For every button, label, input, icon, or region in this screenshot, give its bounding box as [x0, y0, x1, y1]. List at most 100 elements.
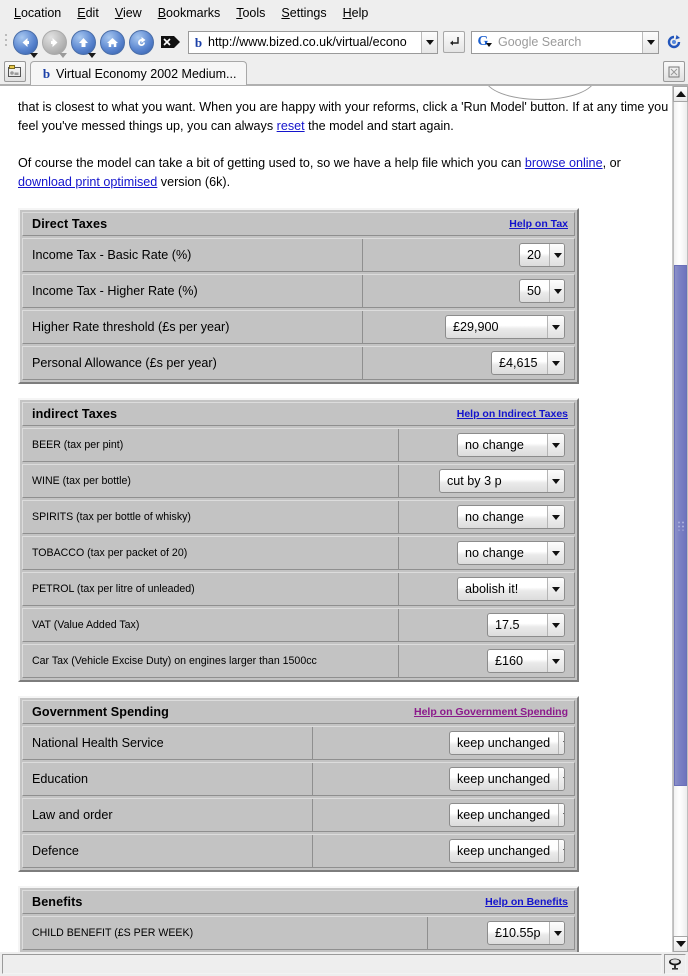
toolbar-grip[interactable] — [4, 31, 10, 53]
row-control-cell: keep unchanged — [313, 799, 574, 831]
scroll-down-button[interactable] — [673, 936, 688, 952]
scroll-up-button[interactable] — [673, 86, 688, 102]
select-dropdown-button[interactable] — [547, 578, 564, 600]
bized-b-icon: b — [194, 34, 203, 50]
up-button[interactable] — [69, 28, 98, 58]
select-dropdown-button[interactable] — [547, 316, 564, 338]
section-help-link[interactable]: Help on Government Spending — [414, 706, 568, 718]
select-education[interactable]: keep unchanged — [449, 767, 565, 791]
search-bar[interactable]: G Google Search — [471, 30, 659, 54]
select-tobacco-tax-per-packet-of-20[interactable]: no change — [457, 541, 565, 565]
url-dropdown-button[interactable] — [421, 31, 437, 53]
select-dropdown-button[interactable] — [547, 470, 564, 492]
row-control-cell: abolish it! — [399, 573, 574, 605]
tab-label: Virtual Economy 2002 Medium... — [56, 66, 237, 81]
select-personal-allowance-s-per-year[interactable]: £4,615 — [491, 351, 565, 375]
row-control-cell: £160 — [399, 645, 574, 677]
select-income-tax-higher-rate[interactable]: 50 — [519, 279, 565, 303]
page-security-button[interactable] — [664, 954, 686, 974]
row-label-cell: Income Tax - Higher Rate (%) — [23, 275, 363, 307]
row-label-cell: CHILD BENEFIT (£S PER WEEK) — [23, 917, 428, 949]
select-car-tax-vehicle-excise-duty-on-engines-l[interactable]: £160 — [487, 649, 565, 673]
section-help-link[interactable]: Help on Benefits — [485, 896, 568, 908]
select-dropdown-button[interactable] — [547, 434, 564, 456]
refresh-button[interactable] — [662, 30, 686, 54]
tab-list-button[interactable] — [663, 61, 685, 82]
tab-list-icon — [668, 66, 680, 77]
select-value: keep unchanged — [457, 772, 551, 786]
menu-item-help[interactable]: Help — [335, 4, 377, 22]
tab-virtual-economy[interactable]: b Virtual Economy 2002 Medium... — [30, 61, 248, 85]
reset-link[interactable]: reset — [277, 119, 305, 133]
menu-item-edit[interactable]: Edit — [69, 4, 107, 22]
stop-button[interactable] — [158, 29, 184, 55]
forward-dropdown-arrow-icon[interactable] — [59, 52, 67, 58]
select-value: keep unchanged — [457, 808, 551, 822]
row-control-cell: cut by 3 p — [399, 465, 574, 497]
url-text[interactable]: http://www.bized.co.uk/virtual/econo — [208, 35, 421, 49]
row-label-cell: Income Tax - Basic Rate (%) — [23, 239, 363, 271]
select-defence[interactable]: keep unchanged — [449, 839, 565, 863]
select-value: keep unchanged — [457, 844, 551, 858]
select-dropdown-button[interactable] — [558, 768, 564, 790]
select-spirits-tax-per-bottle-of-whisky[interactable]: no change — [457, 505, 565, 529]
scrollbar-track[interactable] — [673, 102, 688, 936]
select-value: keep unchanged — [457, 736, 551, 750]
up-dropdown-arrow-icon[interactable] — [88, 52, 96, 58]
select-wine-tax-per-bottle[interactable]: cut by 3 p — [439, 469, 565, 493]
select-dropdown-button[interactable] — [547, 650, 564, 672]
back-dropdown-arrow-icon[interactable] — [30, 52, 38, 58]
select-dropdown-button[interactable] — [547, 542, 564, 564]
google-g-icon: G — [474, 34, 492, 50]
select-dropdown-button[interactable] — [547, 352, 564, 374]
select-beer-tax-per-pint[interactable]: no change — [457, 433, 565, 457]
back-button[interactable] — [11, 28, 40, 58]
reload-button[interactable] — [127, 28, 156, 57]
select-value: no change — [465, 438, 524, 452]
browse-online-link[interactable]: browse online — [525, 156, 603, 170]
select-income-tax-basic-rate[interactable]: 20 — [519, 243, 565, 267]
section-help-link[interactable]: Help on Tax — [509, 218, 568, 230]
refresh-icon — [667, 35, 681, 49]
select-dropdown-button[interactable] — [549, 280, 564, 302]
url-bar[interactable]: b http://www.bized.co.uk/virtual/econo — [188, 30, 438, 54]
row-control-cell: £10.55p — [428, 917, 574, 949]
home-button[interactable] — [98, 28, 127, 57]
section-benefits: Benefits Help on Benefits CHILD BENEFIT (£… — [18, 886, 579, 952]
menu-item-view[interactable]: View — [107, 4, 150, 22]
select-dropdown-button[interactable] — [548, 922, 564, 944]
menu-item-bookmarks[interactable]: Bookmarks — [150, 4, 229, 22]
forward-button[interactable] — [40, 28, 69, 58]
web-page-content: that is closest to what you want. When y… — [0, 86, 672, 952]
go-button[interactable] — [443, 31, 465, 53]
download-print-optimised-link[interactable]: download print optimised — [18, 175, 157, 189]
browser-window: Location Edit View Bookmarks Tools Setti… — [0, 0, 688, 976]
scrollbar-thumb[interactable] — [674, 265, 687, 786]
table-row: TOBACCO (tax per packet of 20) no change — [22, 536, 575, 570]
new-tab-button[interactable] — [4, 61, 26, 82]
table-row: Personal Allowance (£s per year) £4,615 — [22, 346, 575, 380]
chevron-down-icon — [563, 740, 564, 746]
row-label: Income Tax - Basic Rate (%) — [32, 248, 192, 262]
search-input[interactable]: Google Search — [492, 35, 642, 49]
menu-item-location[interactable]: Location — [6, 4, 69, 22]
select-dropdown-button[interactable] — [547, 506, 564, 528]
select-dropdown-button[interactable] — [549, 244, 564, 266]
section-government-spending: Government Spending Help on Government Sp… — [18, 696, 579, 872]
vertical-scrollbar[interactable] — [672, 86, 688, 952]
select-dropdown-button[interactable] — [558, 732, 564, 754]
select-law-and-order[interactable]: keep unchanged — [449, 803, 565, 827]
select-vat-value-added-tax[interactable]: 17.5 — [487, 613, 565, 637]
select-child-benefit-s-per-week[interactable]: £10.55p — [487, 921, 565, 945]
select-petrol-tax-per-litre-of-unleaded[interactable]: abolish it! — [457, 577, 565, 601]
select-national-health-service[interactable]: keep unchanged — [449, 731, 565, 755]
select-dropdown-button[interactable] — [558, 840, 564, 862]
menu-item-settings[interactable]: Settings — [273, 4, 334, 22]
section-help-link[interactable]: Help on Indirect Taxes — [457, 408, 568, 420]
section-header: Benefits Help on Benefits — [22, 890, 575, 914]
select-higher-rate-threshold-s-per-year[interactable]: £29,900 — [445, 315, 565, 339]
search-dropdown-button[interactable] — [642, 31, 658, 53]
select-dropdown-button[interactable] — [558, 804, 564, 826]
menu-item-tools[interactable]: Tools — [228, 4, 273, 22]
select-dropdown-button[interactable] — [547, 614, 564, 636]
